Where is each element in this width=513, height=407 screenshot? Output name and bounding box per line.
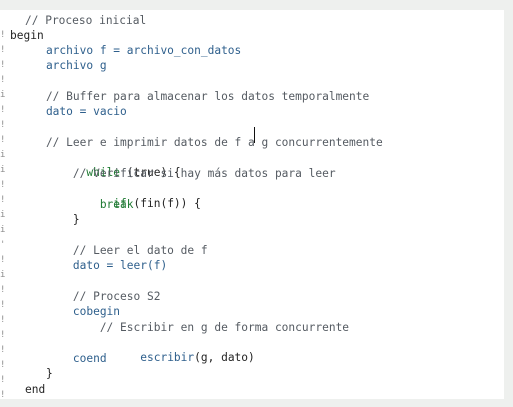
- window-right-border: [504, 0, 513, 407]
- gutter-mark: !: [0, 135, 6, 145]
- gutter-mark: !: [0, 30, 6, 40]
- code-line-cobegin[interactable]: cobegin: [19, 304, 120, 319]
- code-line-comment[interactable]: // Verificar si hay más datos para leer: [19, 166, 336, 181]
- code-line[interactable]: dato = leer(f): [19, 258, 167, 273]
- code-line-while[interactable]: while (true) {: [19, 150, 180, 179]
- code-line-comment[interactable]: // Buffer para almacenar los datos tempo…: [19, 89, 369, 104]
- gutter-mark: !: [0, 360, 6, 370]
- if-condition: (fin(f)) {: [126, 197, 201, 210]
- gutter-mark: !: [0, 390, 6, 399]
- code-line-escribir[interactable]: escribir(g, dato): [19, 335, 255, 364]
- code-editor[interactable]: ! ! ! ! i ! ! ! i i ! ! i i ' ! i ! ! ! …: [0, 10, 504, 399]
- gutter-mark: !: [0, 300, 6, 310]
- code-line-break[interactable]: break: [19, 197, 134, 212]
- gutter-mark: !: [0, 195, 6, 205]
- window-top-border: [0, 0, 513, 10]
- code-line[interactable]: archivo f = archivo_con_datos: [19, 43, 241, 58]
- code-line-comment[interactable]: // Escribir en g de forma concurrente: [19, 320, 349, 335]
- code-line-brace[interactable]: }: [19, 212, 80, 227]
- code-line-end[interactable]: end: [25, 382, 45, 397]
- text-cursor: [254, 127, 255, 143]
- gutter-mark: !: [0, 105, 6, 115]
- gutter-mark: !: [0, 60, 6, 70]
- code-line-brace[interactable]: }: [19, 366, 53, 381]
- gutter-mark: !: [0, 120, 6, 130]
- gutter-mark: i: [0, 270, 6, 280]
- code-line-comment[interactable]: // Leer el dato de f: [19, 243, 208, 258]
- gutter-mark: i: [0, 225, 6, 235]
- gutter-mark: !: [0, 330, 6, 340]
- code-line-comment[interactable]: // Proceso S2: [19, 289, 161, 304]
- gutter-mark: i: [0, 90, 6, 100]
- gutter-mark: !: [0, 345, 6, 355]
- line-gutter: ! ! ! ! i ! ! ! i i ! ! i i ' ! i ! ! ! …: [0, 10, 8, 399]
- gutter-mark: i: [0, 150, 6, 160]
- gutter-mark: i: [0, 165, 6, 175]
- gutter-mark: ': [0, 240, 6, 250]
- gutter-mark: !: [0, 315, 6, 325]
- code-line-comment[interactable]: // Leer e imprimir datos de f a g concur…: [19, 135, 383, 150]
- escribir-args: (g, dato): [194, 351, 255, 364]
- gutter-mark: !: [0, 285, 6, 295]
- code-line[interactable]: dato = vacio: [19, 104, 127, 119]
- window-bottom-border: [0, 399, 513, 407]
- gutter-mark: i: [0, 210, 6, 220]
- code-line-begin[interactable]: begin: [10, 28, 44, 43]
- code-line-comment[interactable]: // Proceso inicial: [25, 13, 146, 28]
- code-line-if[interactable]: if (fin(f)) {: [19, 181, 201, 210]
- gutter-mark: !: [0, 375, 6, 385]
- gutter-mark: !: [0, 180, 6, 190]
- gutter-mark: !: [0, 255, 6, 265]
- gutter-mark: !: [0, 75, 6, 85]
- gutter-mark: !: [0, 45, 6, 55]
- code-line-coend[interactable]: coend: [19, 351, 107, 366]
- code-line[interactable]: archivo g: [19, 58, 107, 73]
